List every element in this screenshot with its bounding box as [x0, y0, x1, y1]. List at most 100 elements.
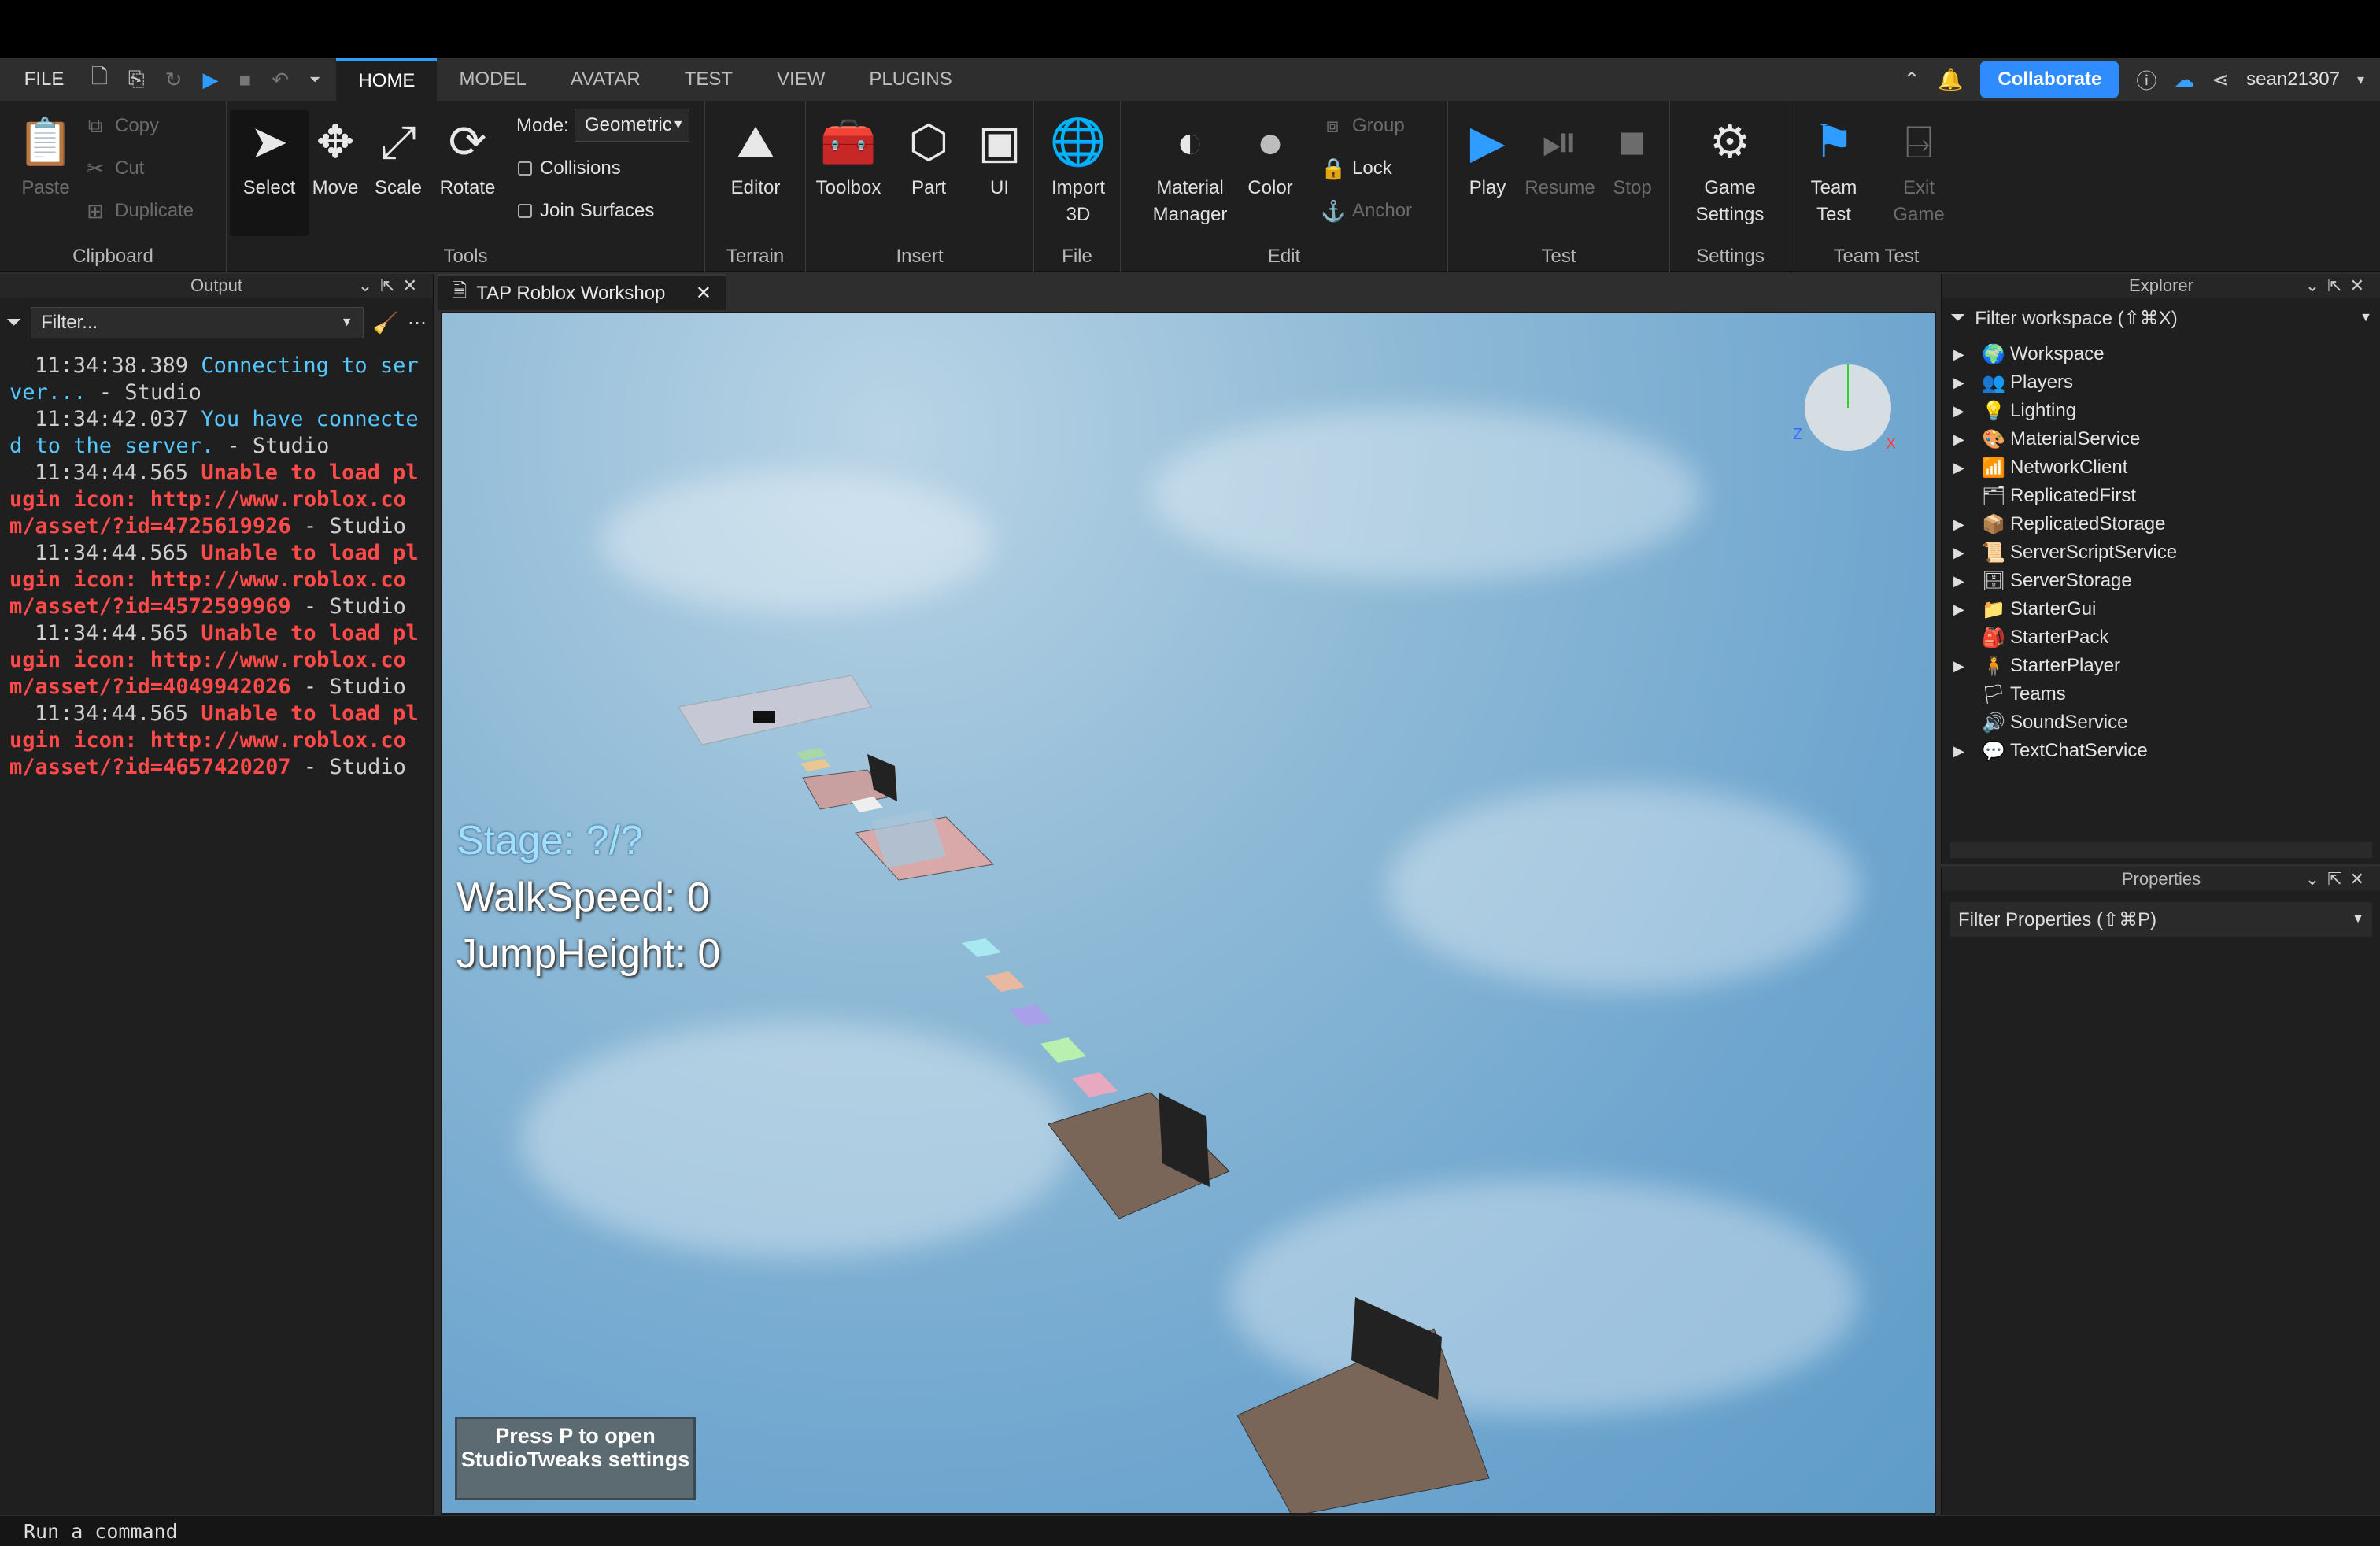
more-options-icon[interactable]: ⋯ [408, 312, 427, 335]
tab-test[interactable]: TEST [663, 58, 755, 101]
toolbox-button[interactable]: 🧰 Toolbox [809, 110, 888, 202]
close-icon[interactable]: ✕ [696, 282, 711, 305]
output-panel: Output ⌄⇱✕ ⏷ Filter... ▼ 🧹 ⋯ 11:34:38.38… [0, 274, 434, 1515]
explorer-item[interactable]: ▶ 🌍 Workspace [1953, 340, 2372, 368]
tab-view[interactable]: VIEW [755, 58, 847, 101]
expand-arrow-icon[interactable]: ▶ [1953, 516, 1977, 533]
copy-button[interactable]: ⧉ Copy [83, 110, 159, 142]
exit-game-button[interactable]: ⍈ Exit Game [1879, 110, 1958, 228]
play-button[interactable]: ▶ Play [1448, 110, 1527, 202]
cut-button[interactable]: ✂ Cut [83, 153, 144, 184]
explorer-item[interactable]: 🎒 StarterPack [1953, 623, 2372, 652]
explorer-item[interactable]: ▶ 👥 Players [1953, 368, 2372, 397]
part-button[interactable]: ⬡ Part [889, 110, 968, 202]
expand-arrow-icon[interactable]: ▶ [1953, 743, 1977, 760]
3d-viewport[interactable]: Stage: ?/? WalkSpeed: 0 JumpHeight: 0 Z … [441, 312, 1936, 1515]
expand-arrow-icon[interactable]: ▶ [1953, 658, 1977, 675]
properties-filter[interactable]: Filter Properties (⇧⌘P) ▼ [1950, 902, 2372, 937]
explorer-item[interactable]: ▶ 🎨 MaterialService [1953, 425, 2372, 453]
stop-button[interactable]: ■ Stop [1593, 110, 1672, 202]
command-bar[interactable]: Run a command [0, 1516, 2380, 1546]
duplicate-button[interactable]: ⊞ Duplicate [83, 195, 194, 227]
studiotweaks-button[interactable]: Press P to open StudioTweaks settings [455, 1417, 696, 1500]
undock-icon[interactable]: ⇱ [2327, 869, 2349, 889]
explorer-item[interactable]: ▶ 💡 Lighting [1953, 397, 2372, 425]
explorer-filter[interactable]: ⏷ Filter workspace (⇧⌘X) ▼ [1950, 302, 2372, 334]
explorer-item[interactable]: ▶ 📁 StarterGui [1953, 595, 2372, 623]
close-icon[interactable]: ✕ [403, 276, 425, 295]
join-surfaces-checkbox[interactable] [518, 204, 532, 218]
material-manager-button[interactable]: ◐ Material Manager [1143, 110, 1237, 228]
close-icon[interactable]: ✕ [2350, 869, 2372, 889]
paste-button[interactable]: 📋 Paste [6, 110, 85, 202]
redo-icon[interactable]: ↻ [165, 68, 183, 92]
undock-icon[interactable]: ⇱ [380, 276, 402, 295]
explorer-item[interactable]: ▶ 🗄 ServerStorage [1953, 567, 2372, 595]
expand-arrow-icon[interactable]: ▶ [1953, 431, 1977, 448]
share-icon[interactable]: ⋖ [2212, 68, 2229, 92]
collaborate-button[interactable]: Collaborate [1980, 61, 2119, 98]
tab-home[interactable]: HOME [336, 58, 438, 101]
view-orientation-cube[interactable]: Z X [1793, 361, 1896, 455]
new-file-icon[interactable]: 🗋 [91, 62, 108, 97]
open-file-icon[interactable]: ⎘ [128, 67, 145, 92]
anchor-button[interactable]: ⚓ Anchor [1321, 195, 1412, 227]
chevron-down-icon[interactable]: ⌄ [2305, 869, 2327, 889]
expand-arrow-icon[interactable]: ▶ [1953, 403, 1977, 420]
explorer-item[interactable]: 🏳 Teams [1953, 680, 2372, 708]
resume-button[interactable]: ⏯ Resume [1521, 110, 1599, 202]
expand-arrow-icon[interactable]: ▶ [1953, 346, 1977, 363]
import-3d-button[interactable]: 🌐 Import 3D [1039, 110, 1118, 228]
clear-broom-icon[interactable]: 🧹 [373, 311, 398, 335]
play-icon[interactable]: ▶ [203, 68, 219, 92]
expand-arrow-icon[interactable]: ▶ [1953, 573, 1977, 590]
mode-dropdown[interactable]: Geometric ▼ [575, 109, 689, 142]
terrain-editor-button[interactable]: ⛰ Editor [716, 110, 795, 202]
collapse-ribbon-icon[interactable]: ⌃ [1903, 68, 1920, 92]
chevron-down-icon: ▼ [2360, 311, 2372, 324]
help-icon[interactable]: ⓘ [2136, 65, 2156, 94]
chevron-down-icon[interactable]: ▾ [2357, 72, 2364, 88]
ui-frame-icon: ▣ [978, 117, 1022, 168]
explorer-item[interactable]: ▶ 📜 ServerScriptService [1953, 538, 2372, 567]
horizontal-scrollbar[interactable] [1950, 842, 2372, 858]
collisions-toggle[interactable]: Collisions [518, 153, 621, 184]
chevron-down-icon[interactable]: ⌄ [2305, 276, 2327, 295]
tab-plugins[interactable]: PLUGINS [847, 58, 974, 101]
expand-arrow-icon[interactable]: ▶ [1953, 601, 1977, 618]
explorer-item[interactable]: ▶ 📶 NetworkClient [1953, 453, 2372, 482]
document-tab[interactable]: 🗎 TAP Roblox Workshop ✕ [438, 274, 726, 310]
customize-icon[interactable]: ⏷ [309, 72, 320, 88]
tab-model[interactable]: MODEL [437, 58, 548, 101]
rotate-button[interactable]: ⟳ Rotate [428, 110, 507, 202]
undo-icon[interactable]: ↶ [272, 68, 289, 92]
close-icon[interactable]: ✕ [2350, 276, 2372, 295]
chevron-down-icon[interactable]: ⌄ [358, 276, 380, 295]
explorer-item[interactable]: ▶ 💬 TextChatService [1953, 737, 2372, 765]
game-settings-button[interactable]: ⚙ Game Settings [1691, 110, 1769, 228]
undock-icon[interactable]: ⇱ [2327, 276, 2349, 295]
group-button[interactable]: ⧈ Group [1321, 110, 1405, 142]
color-button[interactable]: ● Color [1231, 110, 1310, 202]
username[interactable]: sean21307 [2246, 68, 2340, 91]
explorer-item[interactable]: 🗂 ReplicatedFirst [1953, 482, 2372, 510]
stop-icon[interactable]: ■ [239, 68, 252, 92]
output-filter-input[interactable]: Filter... ▼ [31, 307, 364, 338]
file-menu[interactable]: FILE [0, 68, 88, 91]
tab-avatar[interactable]: AVATAR [549, 58, 663, 101]
filter-icon[interactable]: ⏷ [6, 312, 21, 334]
explorer-item[interactable]: 🔊 SoundService [1953, 708, 2372, 737]
collisions-checkbox[interactable] [518, 161, 532, 176]
explorer-item[interactable]: ▶ 🧍 StarterPlayer [1953, 652, 2372, 680]
join-surfaces-toggle[interactable]: Join Surfaces [518, 195, 654, 227]
expand-arrow-icon[interactable]: ▶ [1953, 545, 1977, 561]
scale-button[interactable]: ⤢ Scale [359, 110, 438, 202]
notification-bell-icon[interactable]: 🔔 [1938, 68, 1963, 92]
expand-arrow-icon[interactable]: ▶ [1953, 375, 1977, 391]
lock-button[interactable]: 🔒 Lock [1321, 153, 1392, 184]
cloud-icon[interactable]: ☁ [2174, 68, 2194, 92]
ui-button[interactable]: ▣ UI [960, 110, 1039, 202]
expand-arrow-icon[interactable]: ▶ [1953, 460, 1977, 476]
explorer-item[interactable]: ▶ 📦 ReplicatedStorage [1953, 510, 2372, 538]
team-test-button[interactable]: ⚑ Team Test [1794, 110, 1873, 228]
